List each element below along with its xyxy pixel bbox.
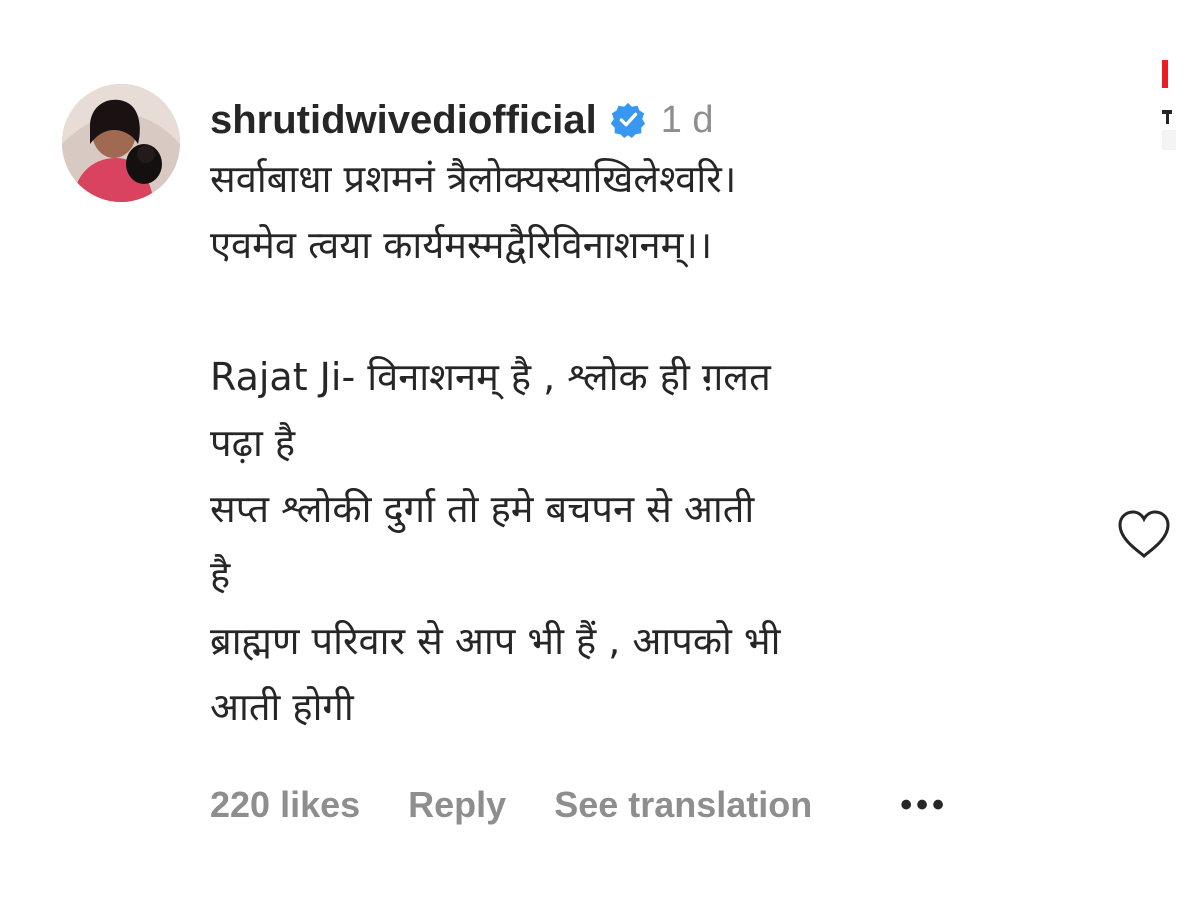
comment-header: shrutidwivediofficial 1 d [210,94,1040,146]
likes-count-button[interactable]: 220 likes [210,784,360,826]
comment-timestamp[interactable]: 1 d [661,94,714,146]
heart-outline-icon[interactable] [1116,508,1172,560]
avatar-image [62,84,180,202]
comment-text-line: पढ़ा है [210,421,296,465]
comment-text-line: सप्त श्लोकी दुर्गा तो हमे बचपन से आती [210,487,755,531]
username-link[interactable]: shrutidwivediofficial [210,94,597,146]
reply-button[interactable]: Reply [408,784,506,826]
comment-text-line: Rajat Ji- विनाशनम् है , श्लोक ही ग़लत [210,355,771,399]
comment-text-line: है [210,553,231,597]
avatar[interactable] [62,84,180,202]
see-translation-button[interactable]: See translation [554,784,812,826]
comment-text-line: आती होगी [210,685,354,729]
edge-fragment [1162,60,1176,150]
verified-badge-icon [610,102,645,139]
comment-text-line: ब्राह्मण परिवार से आप भी हैं , आपको भी [210,619,781,663]
comment-body: shrutidwivediofficial 1 d सर्वाबाधा प्रश… [210,94,1040,740]
comment-blank-line [210,278,1040,344]
more-options-icon[interactable]: ••• [900,786,948,825]
comment-text-line: सर्वाबाधा प्रशमनं त्रैलोक्यस्याखिलेश्वरि… [210,157,737,201]
comment-text-line: एवमेव त्वया कार्यमस्मद्वैरिविनाशनम्।। [210,223,713,267]
comment-item: shrutidwivediofficial 1 d सर्वाबाधा प्रश… [62,84,1170,844]
comment-actions: 220 likes Reply See translation ••• [210,784,996,826]
